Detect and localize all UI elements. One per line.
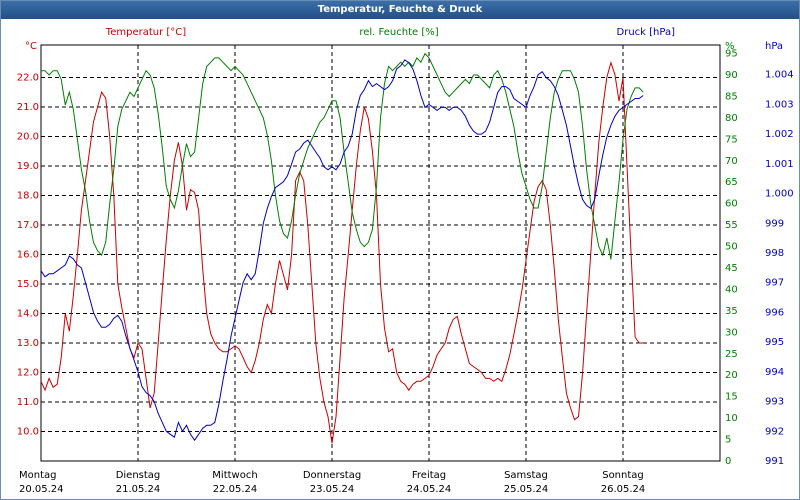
x-tick-label-date: 25.05.24 — [504, 484, 549, 495]
y-tick-label-temperature: 20.0 — [17, 131, 39, 142]
y-tick-label-humidity: 15 — [725, 392, 738, 403]
y-tick-label-temperature: 10.0 — [17, 426, 39, 437]
y-tick-label-temperature: 22.0 — [17, 72, 39, 83]
y-tick-label-pressure: 1.003 — [765, 99, 794, 110]
x-tick-label-date: 26.05.24 — [601, 484, 646, 495]
y-tick-label-temperature: 18.0 — [17, 190, 39, 201]
y-tick-label-temperature: 19.0 — [17, 161, 39, 172]
x-tick-label-day: Samstag — [504, 470, 548, 481]
y-tick-label-pressure: 1.001 — [765, 159, 794, 170]
y-tick-label-humidity: 65 — [725, 177, 738, 188]
x-tick-label-date: 20.05.24 — [19, 484, 64, 495]
legend-entry: rel. Feuchte [%] — [359, 27, 438, 38]
y-tick-label-pressure: 993 — [765, 397, 784, 408]
y-tick-label-pressure: 994 — [765, 367, 784, 378]
series-line — [40, 61, 644, 444]
x-tick-label-day: Dienstag — [116, 470, 161, 481]
y-tick-label-temperature: 21.0 — [17, 102, 39, 113]
y-tick-label-pressure: 991 — [765, 456, 784, 467]
x-tick-label-date: 22.05.24 — [213, 484, 258, 495]
axes: 10.0 11.0 12.0 13.0 14.0 15.0 16.0 17.0 18.0 19.0… — [17, 41, 794, 495]
y-tick-label-temperature: 12.0 — [17, 367, 39, 378]
y-tick-label-humidity: 30 — [725, 327, 738, 338]
x-tick-label-day: Mittwoch — [212, 470, 257, 481]
x-tick-label-date: 24.05.24 — [407, 484, 452, 495]
y-tick-label-temperature: 15.0 — [17, 279, 39, 290]
y-tick-label-humidity: 85 — [725, 91, 738, 102]
legend: Temperatur [°C] rel. Feuchte [%] Druck [hP… — [105, 27, 675, 38]
y-axis-unit-pressure: hPa — [765, 41, 783, 52]
y-tick-label-humidity: 0 — [725, 456, 731, 467]
y-tick-label-humidity: 60 — [725, 199, 738, 210]
y-tick-label-humidity: 35 — [725, 306, 738, 317]
x-tick-label-day: Freitag — [412, 470, 446, 481]
legend-entry: Druck [hPa] — [617, 27, 676, 38]
y-tick-label-humidity: 40 — [725, 284, 738, 295]
y-tick-label-pressure: 1.002 — [765, 129, 794, 140]
y-tick-label-humidity: 45 — [725, 263, 738, 274]
y-tick-label-humidity: 10 — [725, 413, 738, 424]
y-tick-label-temperature: 17.0 — [17, 220, 39, 231]
y-tick-label-humidity: 50 — [725, 242, 738, 253]
y-tick-label-pressure: 998 — [765, 248, 784, 259]
y-tick-label-humidity: 80 — [725, 113, 738, 124]
grid — [40, 44, 721, 462]
y-tick-label-humidity: 70 — [725, 156, 738, 167]
y-tick-label-humidity: 75 — [725, 134, 738, 145]
y-tick-label-pressure: 996 — [765, 307, 784, 318]
y-axis-unit-humidity: % — [725, 41, 735, 52]
series-group — [40, 52, 644, 444]
y-tick-label-humidity: 20 — [725, 370, 738, 381]
y-tick-label-pressure: 992 — [765, 426, 784, 437]
x-tick-label-date: 23.05.24 — [310, 484, 355, 495]
y-tick-label-temperature: 16.0 — [17, 249, 39, 260]
y-tick-label-pressure: 1.000 — [765, 189, 794, 200]
y-tick-label-humidity: 90 — [725, 70, 738, 81]
chart-window: Temperatur, Feuchte & Druck 10.0 11.0 12.0… — [0, 0, 800, 500]
x-tick-label-day: Sonntag — [602, 470, 644, 481]
x-tick-label-date: 21.05.24 — [116, 484, 161, 495]
y-axis-unit-temperature: °C — [25, 41, 37, 52]
y-tick-label-temperature: 11.0 — [17, 397, 39, 408]
y-tick-label-humidity: 55 — [725, 220, 738, 231]
y-tick-label-pressure: 995 — [765, 337, 784, 348]
y-tick-label-temperature: 13.0 — [17, 338, 39, 349]
y-tick-label-pressure: 997 — [765, 278, 784, 289]
y-tick-label-humidity: 25 — [725, 349, 738, 360]
y-tick-label-pressure: 1.004 — [765, 70, 794, 81]
chart: 10.0 11.0 12.0 13.0 14.0 15.0 16.0 17.0 18.0 19.0… — [17, 27, 794, 495]
x-tick-label-day: Montag — [19, 470, 56, 481]
x-tick-label-day: Donnerstag — [303, 470, 361, 481]
y-tick-label-temperature: 14.0 — [17, 308, 39, 319]
legend-entry: Temperatur [°C] — [105, 27, 186, 38]
y-tick-label-pressure: 999 — [765, 218, 784, 229]
y-tick-label-humidity: 5 — [725, 435, 731, 446]
